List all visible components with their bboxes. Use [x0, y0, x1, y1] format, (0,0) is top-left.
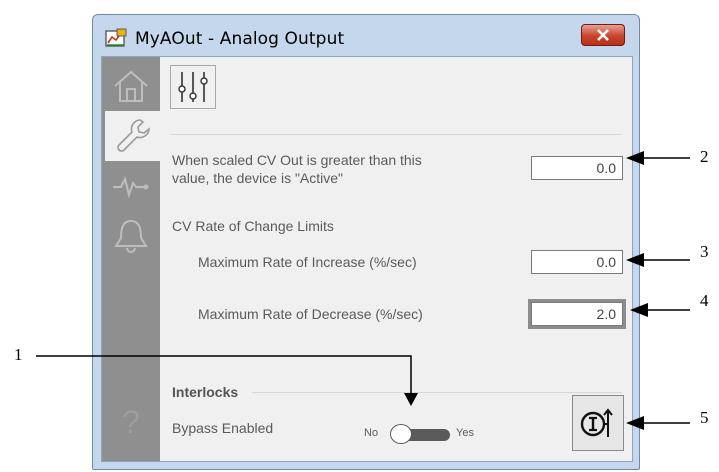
callout-3: 3 [700, 242, 709, 261]
callout-1: 1 [14, 345, 23, 364]
callout-2-arrow [626, 151, 690, 165]
callout-1-arrow [36, 355, 418, 406]
callout-overlay [36, 151, 690, 430]
callout-4: 4 [700, 291, 709, 310]
callout-3-arrow [626, 253, 690, 267]
callout-5-arrow [626, 416, 690, 430]
callout-2: 2 [700, 147, 709, 166]
callout-5: 5 [700, 408, 709, 427]
callout-4-arrow [630, 303, 690, 317]
